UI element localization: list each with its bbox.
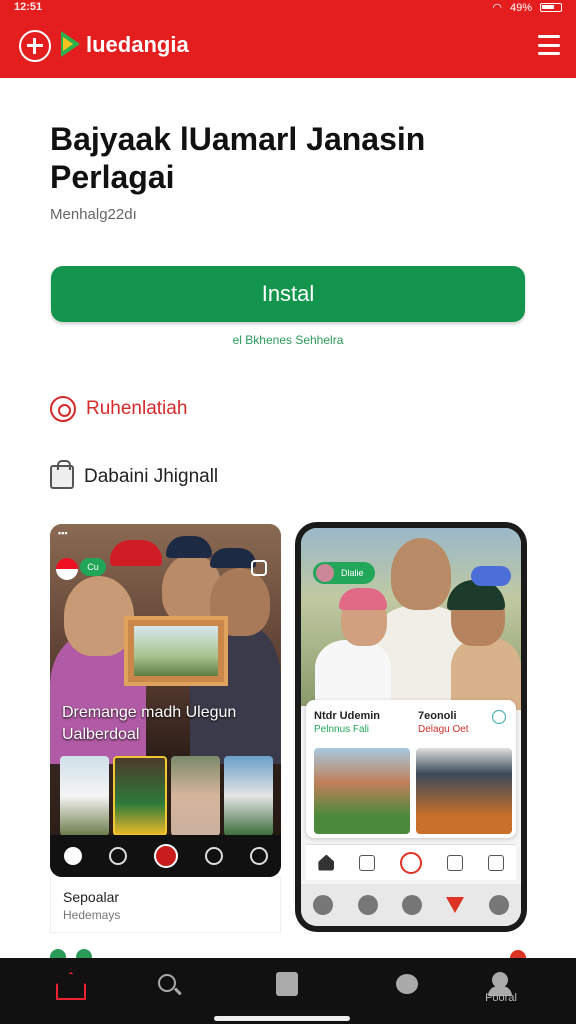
thumbnail [223, 756, 273, 836]
wifi-icon: ◠ [492, 2, 502, 14]
settings-icon [249, 847, 268, 865]
bottom-nav: Pooral [0, 958, 576, 1024]
chat-icon[interactable] [396, 974, 418, 994]
app-developer: Menhalg22dı [50, 206, 137, 223]
brand-name: luedangia [86, 32, 189, 57]
label-subtitle: Hedemays [63, 908, 121, 922]
thumbnail [113, 756, 167, 836]
shopping-bag-icon [50, 460, 74, 489]
install-button[interactable]: Instal [51, 266, 525, 322]
screenshot-caption: Dremange madh Ulegun Ualberdoal [62, 704, 237, 743]
thumbnail-strip [60, 756, 273, 836]
battery-percent: 49% [509, 1, 532, 14]
send-icon [446, 897, 465, 913]
category-section[interactable]: Dabaini Jhignall [50, 460, 219, 489]
logo-icon[interactable] [19, 30, 51, 62]
phone-screen: Dlalie Ntdr Udemin Pelnnus Fali 7eonoli … [301, 528, 521, 926]
chat-icon [63, 847, 82, 865]
status-time: 12:51 [14, 1, 43, 13]
rating-label: Ruhenlatiah [86, 398, 188, 419]
back-icon [313, 895, 334, 915]
category-label: Dabaini Jhignall [84, 466, 219, 487]
globe-icon [488, 895, 509, 915]
screenshot-2[interactable]: Dlalie Ntdr Udemin Pelnnus Fali 7eonoli … [295, 522, 527, 932]
card-left-sub: Pelnnus Fali [314, 724, 370, 735]
blue-pill [471, 566, 511, 586]
record-icon [153, 844, 178, 868]
card-right-title: 7eonoli [418, 710, 457, 722]
active-tab-icon [399, 851, 422, 874]
screenshot-bottom-bar [301, 884, 521, 926]
home-indicator[interactable] [214, 1016, 350, 1021]
picture-frame [124, 616, 228, 686]
search-icon [357, 895, 378, 915]
bag-icon[interactable] [276, 972, 298, 996]
screenshot-status-bar: ▪▪▪ [58, 528, 68, 538]
content-card: Ntdr Udemin Pelnnus Fali 7eonoli Delagu … [306, 700, 516, 838]
screenshot-tabs [306, 844, 516, 880]
camera-icon [251, 560, 267, 576]
profile-icon[interactable] [488, 972, 512, 996]
card-left-title: Ntdr Udemin [314, 710, 380, 722]
profile-label[interactable]: Pooral [476, 992, 526, 1004]
card-photo [314, 748, 410, 834]
screenshot-1-label: Sepoalar Hedemays [50, 877, 281, 933]
rating-section[interactable]: Ruhenlatiah [50, 396, 187, 422]
install-note[interactable]: el Bkhenes Sehhelra [0, 333, 576, 347]
screenshot-nav [50, 835, 281, 877]
app-title: Bajyaak lUamarl Janasin Perlagai [50, 121, 426, 195]
heart-icon [492, 710, 506, 724]
home-icon [318, 854, 335, 871]
home-icon[interactable] [56, 972, 86, 1000]
rating-icon [50, 396, 76, 422]
thumbnail [170, 756, 220, 836]
profile-icon [446, 854, 463, 871]
card-right-sub: Delagu Oet [418, 724, 469, 735]
play-store-icon [61, 31, 80, 57]
menu-icon [487, 854, 504, 871]
search-icon[interactable] [158, 974, 176, 992]
battery-icon [540, 3, 562, 12]
screenshot-pill: Cu [80, 558, 106, 576]
family-photo [301, 528, 521, 710]
thumbnail [60, 756, 110, 836]
camera-icon [204, 847, 223, 865]
status-right: ◠ 49% [492, 1, 562, 14]
app-bar: luedangia [0, 16, 576, 78]
screenshot-1[interactable]: ▪▪▪ Cu Dremange madh Ulegun Ualberdoal [50, 524, 281, 877]
flag-icon [56, 558, 78, 580]
card-photo [416, 748, 512, 834]
status-bar: 12:51 ◠ 49% [0, 0, 576, 16]
label-title: Sepoalar [63, 889, 120, 905]
screenshot-pill: Dlalie [313, 562, 375, 584]
hamburger-menu-icon[interactable] [538, 35, 560, 55]
bag-icon [401, 895, 422, 915]
search-icon [108, 847, 127, 865]
search-icon [359, 854, 376, 871]
